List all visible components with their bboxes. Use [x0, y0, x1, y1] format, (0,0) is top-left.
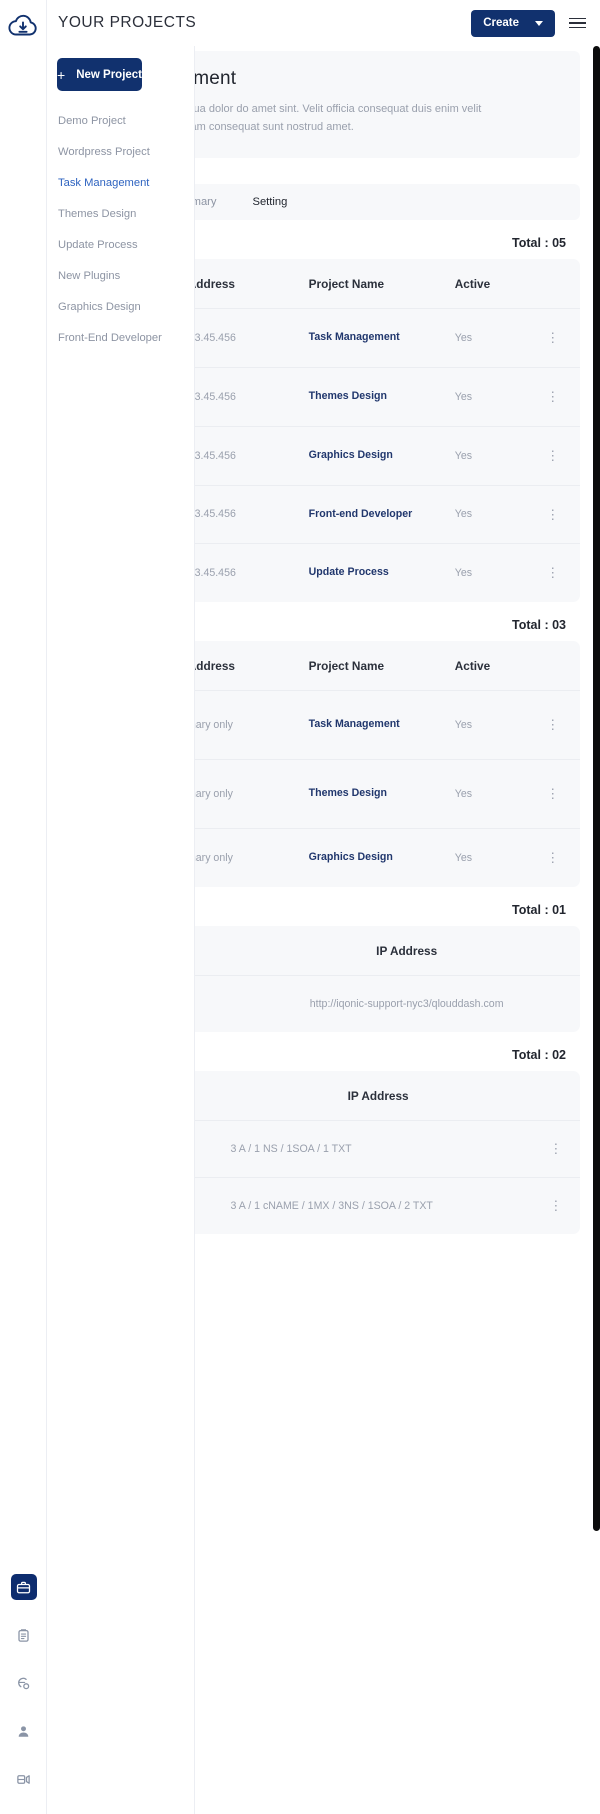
scrollbar-thumb[interactable] — [593, 46, 600, 1531]
col-active: Active — [448, 259, 526, 310]
cell-project[interactable]: Front-end Developer — [302, 485, 449, 545]
col-project-name: Project Name — [302, 641, 449, 692]
cell-active: Yes — [448, 426, 526, 486]
sidebar-item-graphics-design[interactable]: Graphics Design — [47, 291, 194, 322]
kebab-menu-icon[interactable]: ⋮ — [532, 1177, 580, 1234]
cell-active: Yes — [448, 485, 526, 545]
chevron-down-icon — [535, 20, 543, 26]
projects-panel: + New Project Demo Project Wordpress Pro… — [47, 46, 195, 1814]
cell-active: Yes — [454, 851, 473, 864]
sidebar-item-demo-project[interactable]: Demo Project — [47, 105, 194, 136]
kebab-menu-icon[interactable]: ⋮ — [525, 690, 580, 761]
database-icon[interactable] — [11, 1766, 37, 1792]
kebab-menu-icon[interactable]: ⋮ — [525, 426, 580, 486]
new-project-button[interactable]: + New Project — [57, 58, 143, 91]
cloud-download-icon[interactable] — [6, 10, 40, 44]
kebab-menu-icon[interactable]: ⋮ — [525, 759, 580, 830]
kebab-menu-icon[interactable]: ⋮ — [525, 485, 580, 545]
cell-records: 3 A / 1 cNAME / 1MX / 3NS / 1SOA / 2 TXT — [230, 1199, 433, 1212]
sidebar-item-new-plugins[interactable]: New Plugins — [47, 260, 194, 291]
sidebar-item-wordpress-project[interactable]: Wordpress Project — [47, 136, 194, 167]
cell-project[interactable]: Task Management — [302, 308, 449, 369]
page-heading: YOUR PROJECTS — [58, 14, 197, 31]
cell-active: Yes — [448, 690, 526, 761]
kebab-menu-icon[interactable]: ⋮ — [525, 367, 580, 427]
hamburger-menu-icon[interactable] — [569, 17, 586, 29]
col-actions — [531, 1070, 580, 1121]
cell-active: Yes — [448, 759, 526, 830]
col-project-name: Project Name — [302, 259, 449, 310]
kebab-menu-icon[interactable]: ⋮ — [531, 1120, 580, 1178]
cell-active: Yes — [448, 308, 526, 369]
new-project-label: New Project — [76, 68, 143, 81]
sidebar-item-task-management[interactable]: Task Management — [47, 167, 194, 198]
user-icon[interactable] — [11, 1718, 37, 1744]
kebab-menu-icon[interactable]: ⋮ — [526, 544, 581, 602]
col-ip-address: IP Address — [224, 1070, 532, 1121]
briefcase-icon[interactable] — [10, 1574, 37, 1600]
sidebar-item-themes-design[interactable]: Themes Design — [47, 198, 194, 229]
project-list: Demo Project Wordpress Project Task Mana… — [47, 105, 194, 353]
kebab-menu-icon[interactable]: ⋮ — [526, 829, 581, 887]
cell-project[interactable]: Graphics Design — [302, 426, 449, 486]
col-actions — [525, 641, 580, 692]
col-ip-address: IP Address — [233, 925, 580, 976]
vertical-scrollbar[interactable] — [593, 46, 600, 1814]
rail-bottom-icons — [0, 1574, 47, 1792]
cell-project[interactable]: Themes Design — [302, 759, 449, 830]
create-button-label: Create — [483, 17, 519, 29]
col-active: Active — [448, 641, 526, 692]
cell-records: 3 A / 1 NS / 1SOA / 1 TXT — [224, 1120, 532, 1178]
plus-icon: + — [57, 66, 66, 83]
cell-active: Yes — [454, 567, 473, 580]
top-bar: YOUR PROJECTS Create — [47, 0, 600, 46]
cell-active: Yes — [448, 367, 526, 427]
cell-project[interactable]: Update Process — [303, 544, 449, 602]
dns-icon[interactable] — [11, 1670, 37, 1696]
col-actions — [525, 259, 580, 310]
cell-project[interactable]: Task Management — [302, 690, 449, 761]
clipboard-icon[interactable] — [11, 1622, 37, 1648]
app-root: Task Management Sunt ullamco est sit ali… — [0, 0, 600, 1814]
cell-project[interactable]: Graphics Design — [303, 829, 449, 887]
cell-project[interactable]: Themes Design — [302, 367, 449, 427]
icon-rail — [0, 0, 47, 1814]
create-button[interactable]: Create — [471, 9, 555, 37]
sidebar-item-front-end-developer[interactable]: Front-End Developer — [47, 322, 194, 353]
cell-url[interactable]: http://iqonic-support-nyc3/qlouddash.com — [233, 975, 580, 1032]
kebab-menu-icon[interactable]: ⋮ — [525, 308, 580, 369]
sidebar-item-update-process[interactable]: Update Process — [47, 229, 194, 260]
tab-setting[interactable]: Setting — [235, 196, 306, 208]
